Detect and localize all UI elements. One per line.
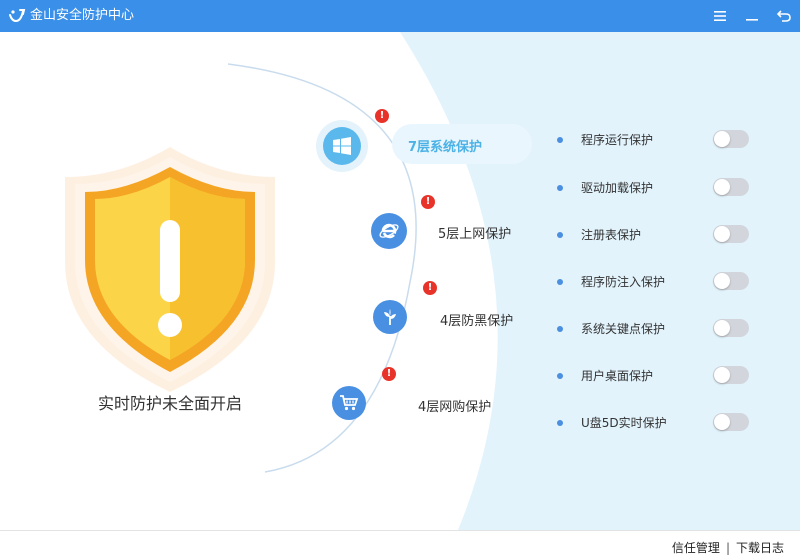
footer-bar: 信任管理 | 下载日志 [0,530,800,560]
toggle-knob [714,367,730,383]
minimize-icon [746,19,758,21]
menu-icon [714,11,726,21]
toggle-knob [714,273,730,289]
bullet-dot [557,326,563,332]
layer-label-shopping[interactable]: 4层网购保护 [418,396,491,415]
layer-label-system[interactable]: 7层系统保护 [408,136,482,155]
bullet-dot [557,185,563,191]
layer-system-button[interactable] [316,120,368,172]
protection-item: 驱动加载保护 [555,177,755,199]
layer-shopping-button[interactable] [332,386,366,420]
ie-browser-icon [379,223,399,239]
back-icon [777,10,791,22]
protection-toggle[interactable] [713,413,749,431]
cart-icon [340,395,359,411]
title-bar: 金山安全防护中心 [0,0,800,32]
toggle-knob [714,226,730,242]
footer-separator: | [725,541,730,555]
main-panel: 实时防护未全面开启 ! 7层系统保护 ! 5层上网保护 ! 4层防黑保护 ! 4… [0,32,800,530]
protection-label: 用户桌面保护 [581,369,654,383]
layer-label-web[interactable]: 5层上网保护 [438,223,511,242]
protection-toggle[interactable] [713,130,749,148]
footer-links: 信任管理 | 下载日志 [672,539,784,556]
plant-icon [384,309,396,325]
warning-badge: ! [421,195,435,209]
protection-label: 系统关键点保护 [581,322,666,336]
protection-toggle[interactable] [713,178,749,196]
protection-item: 注册表保护 [555,224,755,246]
protection-label: 程序运行保护 [581,133,654,147]
windows-icon [333,137,351,155]
layer-web-button[interactable] [371,213,407,249]
menu-button[interactable] [710,6,730,26]
protection-toggle[interactable] [713,319,749,337]
warning-badge: ! [375,109,389,123]
bullet-dot [557,420,563,426]
warning-shield-icon [65,147,275,392]
protection-label: 程序防注入保护 [581,275,666,289]
toggle-knob [714,179,730,195]
trust-management-link[interactable]: 信任管理 [672,541,720,555]
bullet-dot [557,373,563,379]
app-logo-icon [9,9,26,23]
layer-label-hack[interactable]: 4层防黑保护 [440,310,513,329]
protection-toggle[interactable] [713,225,749,243]
protection-toggle[interactable] [713,272,749,290]
protection-item: 系统关键点保护 [555,318,755,340]
protection-item: 程序运行保护 [555,129,755,151]
warning-badge: ! [382,367,396,381]
protection-item: U盘5D实时保护 [555,412,755,434]
protection-label: 注册表保护 [581,228,642,242]
back-button[interactable] [774,6,794,26]
minimize-button[interactable] [742,6,762,26]
toggle-knob [714,414,730,430]
download-log-link[interactable]: 下载日志 [736,541,784,555]
protection-item: 用户桌面保护 [555,365,755,387]
window-title: 金山安全防护中心 [30,8,135,23]
layer-hack-button[interactable] [373,300,407,334]
bullet-dot [557,232,563,238]
toggle-knob [714,131,730,147]
protection-item: 程序防注入保护 [555,271,755,293]
toggle-knob [714,320,730,336]
bullet-dot [557,279,563,285]
bullet-dot [557,137,563,143]
protection-toggle[interactable] [713,366,749,384]
warning-badge: ! [423,281,437,295]
protection-label: U盘5D实时保护 [581,416,667,430]
protection-label: 驱动加载保护 [581,181,654,195]
protection-status-text: 实时防护未全面开启 [97,394,242,413]
